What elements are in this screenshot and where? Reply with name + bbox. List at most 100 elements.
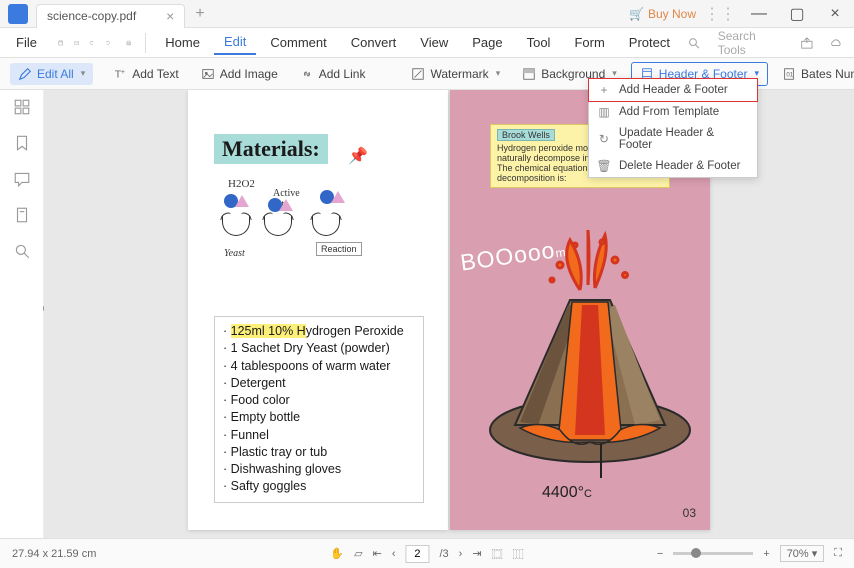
pushpin-icon[interactable]: 📌: [348, 146, 368, 166]
chevron-down-icon: ▾: [496, 68, 501, 79]
redo-icon[interactable]: [105, 34, 110, 52]
menu-form[interactable]: Form: [564, 31, 614, 54]
list-item: 4 tablespoons of warm water: [223, 358, 415, 375]
current-page-input[interactable]: [405, 545, 429, 563]
fullscreen-icon[interactable]: ⛶: [834, 547, 842, 560]
list-item: Detergent: [223, 375, 415, 392]
materials-heading: Materials:: [214, 134, 328, 164]
svg-text:+: +: [121, 69, 125, 76]
note-author: Brook Wells: [497, 129, 555, 141]
refresh-icon: ↻: [597, 132, 611, 146]
thumbnails-icon[interactable]: [13, 98, 31, 116]
prev-page-button[interactable]: ‹: [392, 548, 396, 560]
mail-icon[interactable]: [74, 34, 79, 52]
zoom-slider[interactable]: [673, 552, 753, 555]
menu-view[interactable]: View: [410, 31, 458, 54]
select-tool-icon[interactable]: ▱: [354, 547, 362, 560]
menu-tool[interactable]: Tool: [517, 31, 561, 54]
zoom-level[interactable]: 70% ▾: [780, 545, 825, 562]
close-tab-icon[interactable]: ×: [166, 8, 174, 24]
last-page-button[interactable]: ⇥: [472, 547, 481, 560]
zoom-thumb[interactable]: [691, 548, 701, 558]
add-text-label: Add Text: [132, 67, 178, 81]
menu-edit[interactable]: Edit: [214, 30, 256, 55]
save-icon[interactable]: [58, 34, 63, 52]
comment-icon[interactable]: [13, 170, 31, 188]
temp-callout-line: [600, 444, 602, 478]
link-icon: [300, 67, 314, 81]
cart-icon: 🛒: [629, 7, 644, 21]
update-header-footer-item[interactable]: ↻ Upadate Header & Footer: [589, 123, 757, 155]
page-number: 03: [683, 506, 696, 520]
add-from-template-item[interactable]: ▥ Add From Template: [589, 101, 757, 123]
menu-comment[interactable]: Comment: [260, 31, 336, 54]
fit-width-icon[interactable]: ⿲: [513, 546, 524, 562]
bates-icon: 01: [782, 67, 796, 81]
edit-all-button[interactable]: Edit All▾: [10, 63, 93, 85]
titlebar: science-copy.pdf × + 🛒 Buy Now ⋮⋮ — ▢ ×: [0, 0, 854, 28]
list-item: 125ml 10% Hydrogen Peroxide: [223, 323, 415, 340]
hand-tool-icon[interactable]: ✋: [330, 547, 344, 560]
minimize-button[interactable]: —: [744, 2, 774, 26]
yeast-shape: [312, 216, 340, 236]
maximize-button[interactable]: ▢: [782, 2, 812, 26]
watermark-label: Watermark: [430, 67, 488, 81]
add-text-button[interactable]: T+ Add Text: [105, 63, 186, 85]
zoom-out-button[interactable]: −: [657, 548, 663, 560]
yeast-shape: [222, 216, 250, 236]
pencil-icon: [18, 67, 32, 81]
watermark-icon: [411, 67, 425, 81]
list-item: 1 Sachet Dry Yeast (powder): [223, 340, 415, 357]
help-icon[interactable]: ⋮⋮: [704, 4, 736, 24]
highlighted-text: 125ml 10% H: [231, 324, 306, 338]
add-link-button[interactable]: Add Link: [292, 63, 374, 85]
search-panel-icon[interactable]: [13, 242, 31, 260]
new-tab-button[interactable]: +: [195, 5, 204, 23]
sidebar: ▸: [0, 90, 44, 538]
menu-page[interactable]: Page: [462, 31, 512, 54]
list-item: Plastic tray or tub: [223, 444, 415, 461]
zoom-in-button[interactable]: +: [763, 548, 769, 560]
bookmark-icon[interactable]: [13, 134, 31, 152]
list-item: Dishwashing gloves: [223, 461, 415, 478]
buy-now-link[interactable]: 🛒 Buy Now: [629, 7, 696, 21]
menu-home[interactable]: Home: [155, 31, 210, 54]
next-page-button[interactable]: ›: [459, 548, 463, 560]
buy-now-label: Buy Now: [648, 7, 696, 21]
close-window-button[interactable]: ×: [820, 2, 850, 26]
bates-number-button[interactable]: 01 Bates Number▾: [774, 63, 854, 85]
document-tab[interactable]: science-copy.pdf ×: [36, 4, 185, 28]
add-image-button[interactable]: Add Image: [193, 63, 286, 85]
chevron-down-icon: ▾: [81, 68, 86, 79]
bates-number-label: Bates Number: [801, 67, 854, 81]
text-icon: T+: [113, 67, 127, 81]
fit-page-icon[interactable]: ⿴: [492, 546, 503, 562]
print-icon[interactable]: [126, 34, 131, 52]
attachment-icon[interactable]: [13, 206, 31, 224]
cloud-icon[interactable]: [829, 34, 843, 52]
yeast-label: Yeast: [224, 248, 245, 259]
delete-header-footer-item[interactable]: 🗑 Delete Header & Footer: [589, 155, 757, 177]
temperature-label: 4400°C: [542, 484, 592, 502]
watermark-button[interactable]: Watermark ▾: [403, 63, 508, 85]
template-icon: ▥: [597, 105, 611, 119]
file-menu[interactable]: File: [8, 35, 45, 50]
add-link-label: Add Link: [319, 67, 366, 81]
menu-protect[interactable]: Protect: [619, 31, 680, 54]
list-item: Food color: [223, 392, 415, 409]
page-total: /3: [439, 548, 448, 560]
search-icon[interactable]: [687, 34, 701, 52]
menu-convert[interactable]: Convert: [341, 31, 407, 54]
dd-label: Add From Template: [619, 106, 719, 118]
share-icon[interactable]: [800, 34, 814, 52]
list-item: Safty goggles: [223, 478, 415, 495]
dd-label: Upadate Header & Footer: [619, 127, 749, 151]
add-header-footer-item[interactable]: + Add Header & Footer: [588, 78, 758, 102]
page-dimensions: 27.94 x 21.59 cm: [12, 548, 96, 560]
yeast-shape: [264, 216, 292, 236]
trash-icon: 🗑: [597, 159, 611, 173]
reaction-label: Reaction: [316, 242, 362, 256]
first-page-button[interactable]: ⇤: [373, 547, 382, 560]
undo-icon[interactable]: [89, 34, 94, 52]
search-tools-placeholder[interactable]: Search Tools: [718, 29, 771, 57]
